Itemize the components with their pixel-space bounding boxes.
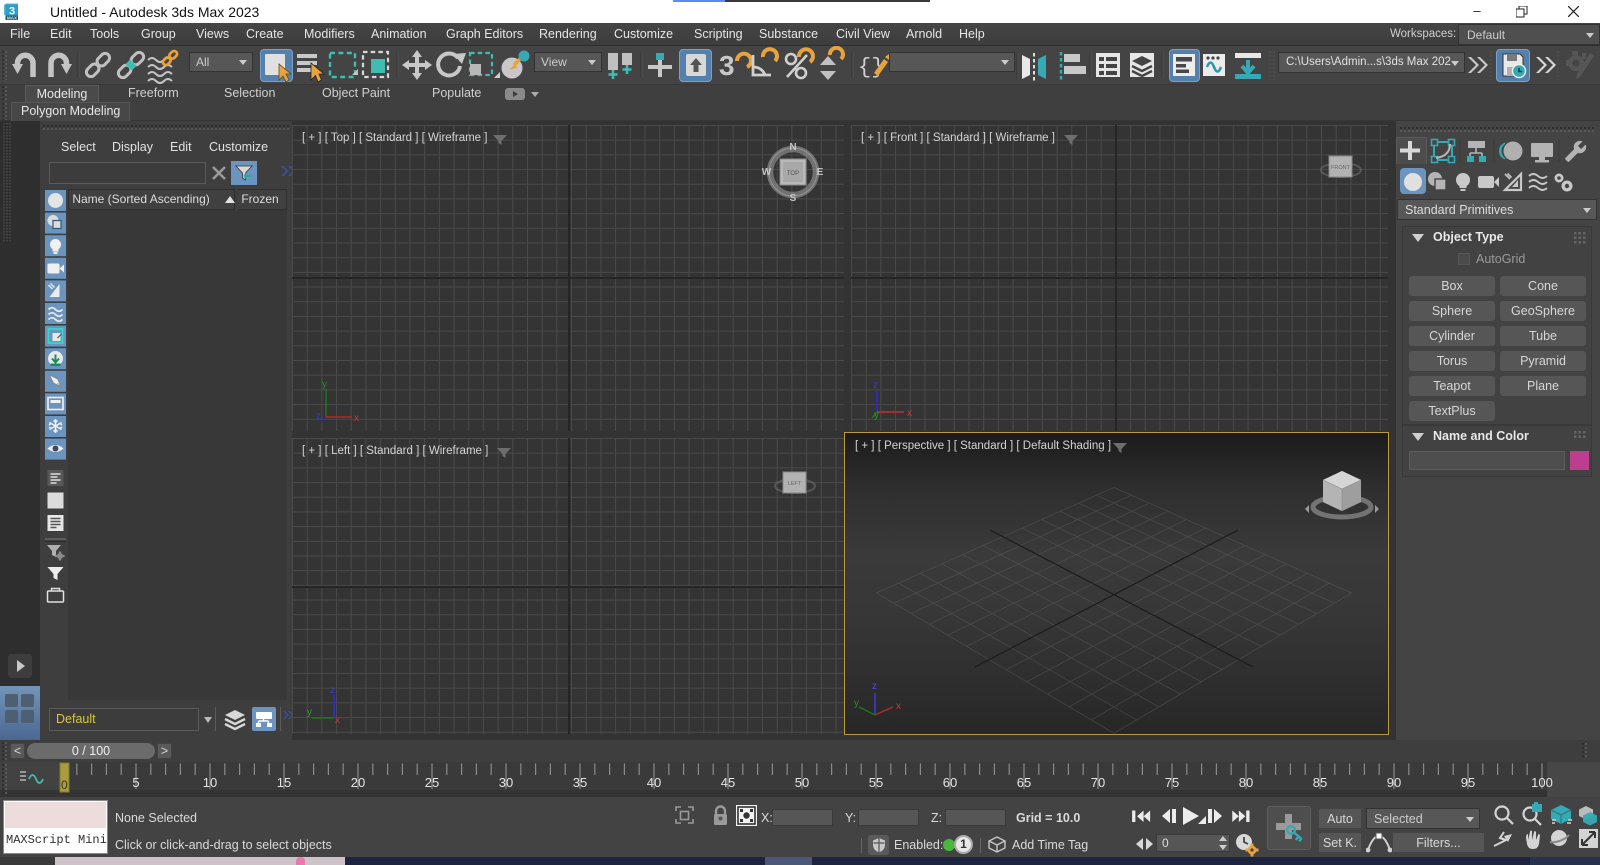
svg-text:z: z [330, 685, 335, 696]
svg-text:10: 10 [203, 775, 217, 790]
svg-text:100: 100 [1531, 775, 1553, 790]
svg-text:65: 65 [1017, 775, 1031, 790]
svg-text:y: y [322, 379, 327, 390]
svg-text:70: 70 [1091, 775, 1105, 790]
svg-text:95: 95 [1461, 775, 1475, 790]
svg-text:z: z [873, 380, 878, 391]
svg-text:45: 45 [721, 775, 735, 790]
svg-text:z: z [872, 681, 877, 692]
svg-text:LEFT: LEFT [788, 481, 802, 487]
svg-text:55: 55 [869, 775, 883, 790]
svg-text:x: x [896, 701, 901, 712]
svg-text:MAX: MAX [7, 15, 17, 20]
svg-text:90: 90 [1387, 775, 1401, 790]
svg-text:35: 35 [573, 775, 587, 790]
svg-text:FRONT: FRONT [1331, 165, 1351, 171]
svg-text:y: y [874, 410, 879, 421]
svg-text:TOP: TOP [787, 171, 799, 177]
svg-text:85: 85 [1313, 775, 1327, 790]
svg-text:y: y [307, 707, 312, 718]
svg-text:25: 25 [425, 775, 439, 790]
svg-text:x: x [354, 413, 359, 423]
svg-text:x: x [907, 408, 912, 419]
svg-text:40: 40 [647, 775, 661, 790]
svg-text:y: y [854, 698, 859, 709]
svg-text:20: 20 [351, 775, 365, 790]
svg-text:S: S [790, 193, 797, 203]
svg-text:z: z [316, 411, 321, 422]
svg-text:75: 75 [1165, 775, 1179, 790]
svg-text:x: x [335, 715, 340, 726]
svg-text:0: 0 [61, 778, 68, 792]
svg-text:30: 30 [499, 775, 513, 790]
svg-text:50: 50 [795, 775, 809, 790]
svg-text:E: E [817, 167, 824, 178]
svg-text:N: N [789, 142, 796, 153]
svg-text:60: 60 [943, 775, 957, 790]
svg-text:W: W [762, 167, 772, 178]
svg-text:80: 80 [1239, 775, 1253, 790]
svg-text:15: 15 [277, 775, 291, 790]
svg-text:5: 5 [132, 775, 139, 790]
